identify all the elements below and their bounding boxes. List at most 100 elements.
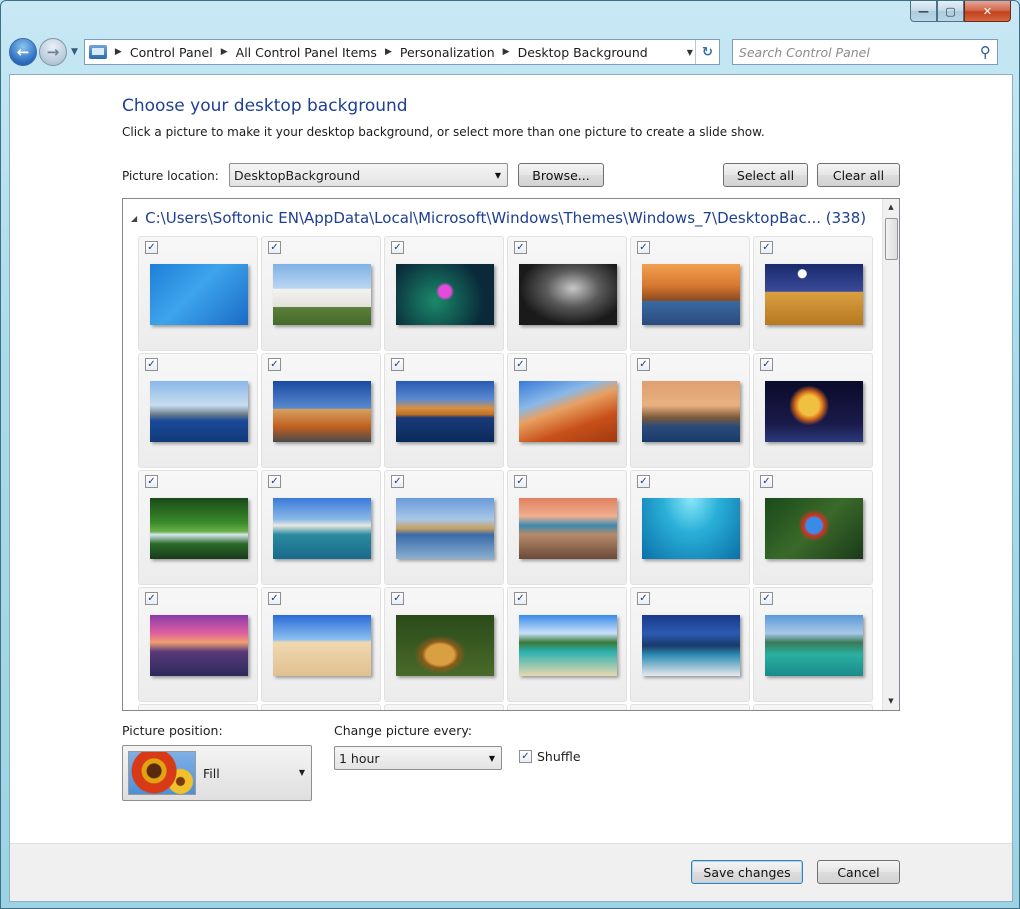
- thumbnail-tile-partial[interactable]: [507, 704, 627, 710]
- thumbnail-tile[interactable]: ✓: [753, 587, 873, 702]
- breadcrumb-all-items[interactable]: All Control Panel Items: [236, 45, 377, 60]
- thumbnail-tile[interactable]: ✓: [138, 587, 258, 702]
- thumbnail-tile[interactable]: ✓: [507, 236, 627, 351]
- minimize-button[interactable]: —: [910, 1, 937, 22]
- thumbnail-checkbox[interactable]: ✓: [637, 592, 650, 605]
- sunset-bay-thumbnail[interactable]: [150, 615, 248, 676]
- vertical-scrollbar[interactable]: ▲ ▼: [882, 199, 899, 710]
- thumbnail-checkbox[interactable]: ✓: [145, 475, 158, 488]
- apostles-coast-thumbnail[interactable]: [396, 498, 494, 559]
- thumbnail-tile[interactable]: ✓: [630, 587, 750, 702]
- scroll-up-icon[interactable]: ▲: [883, 199, 899, 216]
- breadcrumb-control-panel[interactable]: Control Panel: [130, 45, 213, 60]
- dark-curve-thumbnail[interactable]: [519, 264, 617, 325]
- thumbnail-tile[interactable]: ✓: [138, 470, 258, 585]
- thumbnail-tile[interactable]: ✓: [630, 236, 750, 351]
- thumbnail-tile[interactable]: ✓: [261, 353, 381, 468]
- refresh-icon[interactable]: ↻: [694, 40, 719, 64]
- sydney-harbor-thumbnail[interactable]: [273, 498, 371, 559]
- thumbnail-checkbox[interactable]: ✓: [391, 241, 404, 254]
- thumbnail-tile[interactable]: ✓: [261, 470, 381, 585]
- lake-reflection-thumbnail[interactable]: [396, 381, 494, 442]
- thumbnail-tile[interactable]: ✓: [507, 353, 627, 468]
- thumbnail-checkbox[interactable]: ✓: [637, 358, 650, 371]
- thumbnail-tile-partial[interactable]: [384, 704, 504, 710]
- thumbnail-tile[interactable]: ✓: [138, 353, 258, 468]
- picture-location-select[interactable]: DesktopBackground ▼: [229, 163, 508, 187]
- leopard-thumbnail[interactable]: [396, 615, 494, 676]
- thumbnail-checkbox[interactable]: ✓: [391, 358, 404, 371]
- breadcrumb-separator-icon[interactable]: ▶: [385, 47, 392, 57]
- thumbnail-tile[interactable]: ✓: [630, 353, 750, 468]
- breadcrumb-desktop-background[interactable]: Desktop Background: [518, 45, 648, 60]
- thumbnail-tile-partial[interactable]: [753, 704, 873, 710]
- recent-pages-dropdown-icon[interactable]: ▼: [71, 47, 78, 57]
- thumbnail-checkbox[interactable]: ✓: [268, 241, 281, 254]
- search-icon[interactable]: ⚲: [980, 43, 991, 61]
- thumbnail-tile[interactable]: ✓: [261, 587, 381, 702]
- thumbnail-checkbox[interactable]: ✓: [145, 358, 158, 371]
- cancel-button[interactable]: Cancel: [817, 860, 900, 884]
- thumbnail-checkbox[interactable]: ✓: [637, 241, 650, 254]
- thumbnail-checkbox[interactable]: ✓: [391, 592, 404, 605]
- collapse-triangle-icon[interactable]: ◢: [131, 214, 137, 223]
- baobab-trees-thumbnail[interactable]: [642, 381, 740, 442]
- shuffle-label[interactable]: Shuffle: [537, 749, 581, 764]
- thumbnail-checkbox[interactable]: ✓: [514, 592, 527, 605]
- save-changes-button[interactable]: Save changes: [691, 860, 803, 884]
- coastal-city-thumbnail[interactable]: [642, 615, 740, 676]
- scroll-down-icon[interactable]: ▼: [883, 693, 899, 710]
- fireworks-thumbnail[interactable]: [765, 381, 863, 442]
- breadcrumb-separator-icon[interactable]: ▶: [221, 47, 228, 57]
- scrollbar-thumb[interactable]: [885, 218, 898, 260]
- thumbnail-tile[interactable]: ✓: [753, 236, 873, 351]
- browse-button[interactable]: Browse...: [518, 163, 604, 187]
- thumbnail-checkbox[interactable]: ✓: [268, 475, 281, 488]
- city-harbor-thumbnail[interactable]: [150, 381, 248, 442]
- group-header[interactable]: ◢ C:\Users\Softonic EN\AppData\Local\Mic…: [131, 209, 866, 227]
- breadcrumb-personalization[interactable]: Personalization: [400, 45, 495, 60]
- outback-road-thumbnail[interactable]: [273, 381, 371, 442]
- parrot-thumbnail[interactable]: [765, 498, 863, 559]
- thumbnail-tile-partial[interactable]: [630, 704, 750, 710]
- select-all-button[interactable]: Select all: [723, 163, 808, 187]
- thumbnail-tile[interactable]: ✓: [384, 470, 504, 585]
- thumbnail-checkbox[interactable]: ✓: [760, 358, 773, 371]
- change-interval-select[interactable]: 1 hour ▼: [334, 746, 502, 770]
- close-button[interactable]: ✕: [964, 1, 1011, 22]
- desert-pinnacles-thumbnail[interactable]: [765, 264, 863, 325]
- thumbnail-checkbox[interactable]: ✓: [514, 241, 527, 254]
- thumbnail-tile-partial[interactable]: [261, 704, 381, 710]
- island-lagoon-thumbnail[interactable]: [765, 615, 863, 676]
- thumbnail-checkbox[interactable]: ✓: [514, 358, 527, 371]
- thumbnail-checkbox[interactable]: ✓: [760, 241, 773, 254]
- neon-light-thumbnail[interactable]: [396, 264, 494, 325]
- breadcrumb-separator-icon[interactable]: ▶: [503, 47, 510, 57]
- picture-position-select[interactable]: Fill ▼: [122, 745, 312, 801]
- thumbnail-tile[interactable]: ✓: [384, 587, 504, 702]
- thumbnail-checkbox[interactable]: ✓: [760, 592, 773, 605]
- picture-gallery[interactable]: ◢ C:\Users\Softonic EN\AppData\Local\Mic…: [122, 198, 900, 711]
- rainforest-stream-thumbnail[interactable]: [150, 498, 248, 559]
- tropical-beach-thumbnail[interactable]: [519, 615, 617, 676]
- sand-palms-thumbnail[interactable]: [273, 615, 371, 676]
- shuffle-checkbox[interactable]: ✓: [519, 750, 532, 763]
- thumbnail-tile[interactable]: ✓: [261, 236, 381, 351]
- underwater-thumbnail[interactable]: [642, 498, 740, 559]
- rocky-shore-thumbnail[interactable]: [519, 498, 617, 559]
- white-houses-thumbnail[interactable]: [273, 264, 371, 325]
- coastal-rocks-thumbnail[interactable]: [642, 264, 740, 325]
- clear-all-button[interactable]: Clear all: [817, 163, 900, 187]
- thumbnail-tile[interactable]: ✓: [630, 470, 750, 585]
- thumbnail-checkbox[interactable]: ✓: [391, 475, 404, 488]
- thumbnail-checkbox[interactable]: ✓: [760, 475, 773, 488]
- maximize-button[interactable]: ▢: [937, 1, 964, 22]
- thumbnail-tile-partial[interactable]: [138, 704, 258, 710]
- thumbnail-checkbox[interactable]: ✓: [268, 358, 281, 371]
- thumbnail-tile[interactable]: ✓: [384, 236, 504, 351]
- thumbnail-tile[interactable]: ✓: [138, 236, 258, 351]
- search-input[interactable]: Search Control Panel ⚲: [731, 39, 998, 65]
- red-dunes-thumbnail[interactable]: [519, 381, 617, 442]
- thumbnail-tile[interactable]: ✓: [384, 353, 504, 468]
- thumbnail-tile[interactable]: ✓: [507, 470, 627, 585]
